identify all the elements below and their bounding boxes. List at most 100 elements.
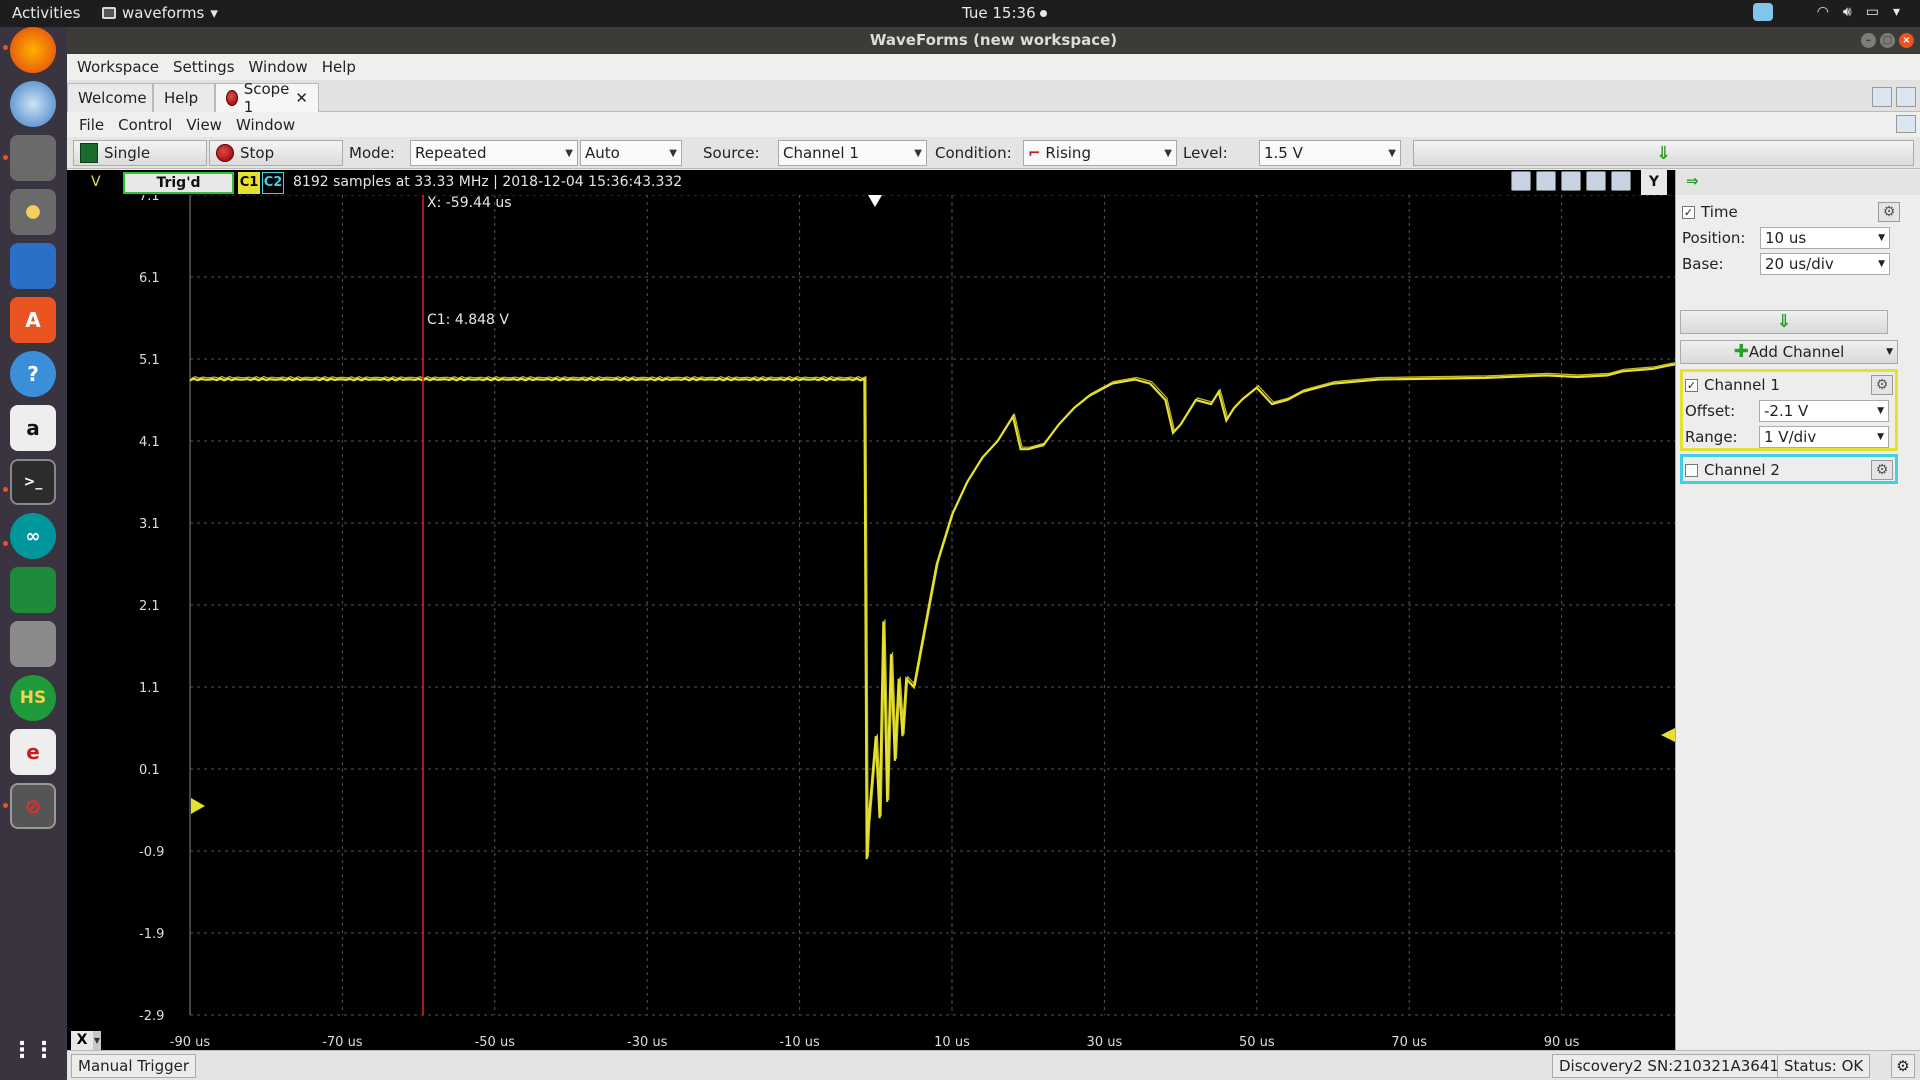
maximize-icon[interactable]: □	[1880, 33, 1895, 48]
close-icon[interactable]: ×	[1899, 33, 1914, 48]
channel-1-offset-marker-icon	[191, 798, 205, 814]
y-tick-label: 3.1	[139, 517, 160, 532]
clock[interactable]: Tue 15:36	[962, 4, 1047, 22]
show-applications-icon[interactable]: ⋮⋮	[10, 1027, 56, 1073]
list-icon[interactable]	[1586, 171, 1606, 191]
time-header: ✓ Time ⚙	[1680, 200, 1902, 224]
condition-select[interactable]: ⌐ Rising ▼	[1023, 140, 1177, 166]
epiphany-icon[interactable]: e	[10, 729, 56, 775]
trigger-auto-select[interactable]: Auto ▼	[580, 140, 682, 166]
dock-buttons	[1872, 87, 1916, 107]
help-icon[interactable]: ?	[10, 351, 56, 397]
base-input[interactable]: 20 us/div ▼	[1760, 253, 1890, 275]
mode-select[interactable]: Repeated ▼	[410, 140, 578, 166]
channel-1-badge[interactable]: C1	[238, 172, 260, 194]
single-button[interactable]: Single	[73, 140, 207, 166]
arduino-icon[interactable]: ∞	[10, 513, 56, 559]
range-input[interactable]: 1 V/div ▼	[1759, 426, 1889, 448]
terminal-icon[interactable]: >_	[10, 459, 56, 505]
channel-2-label: Channel 2	[1704, 461, 1780, 479]
settings-panel: ⇒ ✓ Time ⚙ Position: 10 us ▼ Base: 20 us/…	[1675, 170, 1920, 1050]
gear-icon[interactable]: ⚙	[1871, 375, 1893, 395]
menu-view[interactable]: View	[186, 116, 222, 134]
tab-bar: Welcome ✚ Help Scope 1 ✕	[67, 80, 1920, 116]
y-tick-label: 5.1	[139, 353, 160, 368]
time-checkbox[interactable]: ✓	[1682, 205, 1695, 219]
channel-1-label: Channel 1	[1704, 376, 1780, 394]
tab-scope-1[interactable]: Scope 1 ✕	[215, 80, 319, 116]
tab-help[interactable]: Help	[153, 83, 215, 112]
y-tick-label: -1.9	[139, 927, 164, 942]
offset-input[interactable]: -2.1 V ▼	[1759, 400, 1889, 422]
running-indicator-icon	[3, 487, 8, 492]
firefox-icon[interactable]	[10, 27, 56, 73]
window-controls: – □ ×	[1861, 33, 1914, 48]
menu-settings[interactable]: Settings	[173, 58, 235, 76]
gear-icon[interactable]	[1611, 171, 1631, 191]
gear-icon[interactable]: ⚙	[1891, 1054, 1915, 1078]
channel-2-checkbox[interactable]	[1685, 463, 1698, 477]
channel-2-section: Channel 2 ⚙	[1680, 454, 1898, 484]
arrow-right-icon[interactable]: ⇒	[1686, 172, 1699, 190]
time-collapse-button[interactable]: ⇓	[1680, 310, 1888, 334]
menu-file[interactable]: File	[79, 116, 104, 134]
level-input[interactable]: 1.5 V ▼	[1259, 140, 1401, 166]
tab-welcome[interactable]: Welcome ✚	[67, 83, 168, 112]
system-tray[interactable]: ◠ 🔊︎ ▭ ▾	[1752, 3, 1900, 21]
chevron-down-icon: ▼	[1164, 147, 1172, 159]
waveforms-icon[interactable]: ⊘	[10, 783, 56, 829]
chevron-down-icon: ▾	[1892, 4, 1900, 20]
manual-trigger-button[interactable]: Manual Trigger	[71, 1054, 197, 1078]
menu-window[interactable]: Window	[249, 58, 308, 76]
activities-button[interactable]: Activities	[12, 4, 80, 22]
channel-2-badge[interactable]: C2	[262, 172, 284, 194]
close-tab-icon[interactable]: ✕	[295, 89, 308, 107]
chevron-down-icon: ▼	[1878, 259, 1885, 269]
gear-icon[interactable]: ⚙	[1871, 460, 1893, 480]
app-menu[interactable]: waveforms ▾	[102, 4, 218, 22]
waveform-plot[interactable]: 7.1 6.1 5.1 4.1 3.1 2.1 1.1 0.1 -0.9 -1.9 -2.9 X: …	[67, 195, 1675, 1031]
zoom-icon[interactable]	[1511, 171, 1531, 191]
undock-icon[interactable]	[1896, 115, 1916, 133]
position-input[interactable]: 10 us ▼	[1760, 227, 1890, 249]
calc-icon[interactable]	[10, 567, 56, 613]
arrow-down-icon: ⇓	[1655, 142, 1672, 164]
settings-icon[interactable]	[10, 621, 56, 667]
thunderbird-icon[interactable]	[10, 81, 56, 127]
x-tick-label: 10 us	[934, 1035, 970, 1050]
rhythmbox-icon[interactable]	[10, 189, 56, 235]
hs-icon[interactable]: HS	[10, 675, 56, 721]
add-channel-button[interactable]: ✚Add Channel ▼	[1680, 340, 1898, 364]
menu-control[interactable]: Control	[118, 116, 172, 134]
cursor-icon[interactable]	[1536, 171, 1556, 191]
files-icon[interactable]	[10, 135, 56, 181]
y-unit-label: V	[91, 174, 101, 190]
writer-icon[interactable]	[10, 243, 56, 289]
cascade-icon[interactable]	[1872, 87, 1892, 107]
measure-icon[interactable]	[1561, 171, 1581, 191]
menu-workspace[interactable]: Workspace	[77, 58, 159, 76]
stop-icon	[216, 144, 234, 162]
device-info[interactable]: Discovery2 SN:210321A36413	[1552, 1054, 1796, 1078]
chevron-down-icon: ▼	[1886, 347, 1893, 357]
collapse-toolbar-button[interactable]: ⇓	[1413, 140, 1914, 166]
menu-window[interactable]: Window	[236, 116, 295, 134]
trigger-position-marker-icon	[868, 195, 882, 207]
amazon-icon[interactable]: a	[10, 405, 56, 451]
gear-icon[interactable]: ⚙	[1878, 202, 1900, 222]
chevron-down-icon: ▼	[669, 147, 677, 159]
channel-1-checkbox[interactable]: ✓	[1685, 378, 1698, 392]
software-center-icon[interactable]: A	[10, 297, 56, 343]
window-titlebar[interactable]: WaveForms (new workspace) – □ ×	[67, 27, 1920, 54]
minimize-icon[interactable]: –	[1861, 33, 1876, 48]
offset-label: Offset:	[1685, 402, 1736, 420]
tile-icon[interactable]	[1896, 87, 1916, 107]
device-label: Discovery2 SN:210321A36413	[1559, 1057, 1789, 1075]
source-select[interactable]: Channel 1 ▼	[778, 140, 927, 166]
y-axis-button[interactable]: Y	[1641, 170, 1667, 195]
dropbox-icon[interactable]	[1752, 3, 1773, 21]
menu-help[interactable]: Help	[322, 58, 356, 76]
stop-button[interactable]: Stop	[209, 140, 343, 166]
running-indicator-icon	[3, 155, 8, 160]
chevron-down-icon: ▼	[1877, 406, 1884, 416]
